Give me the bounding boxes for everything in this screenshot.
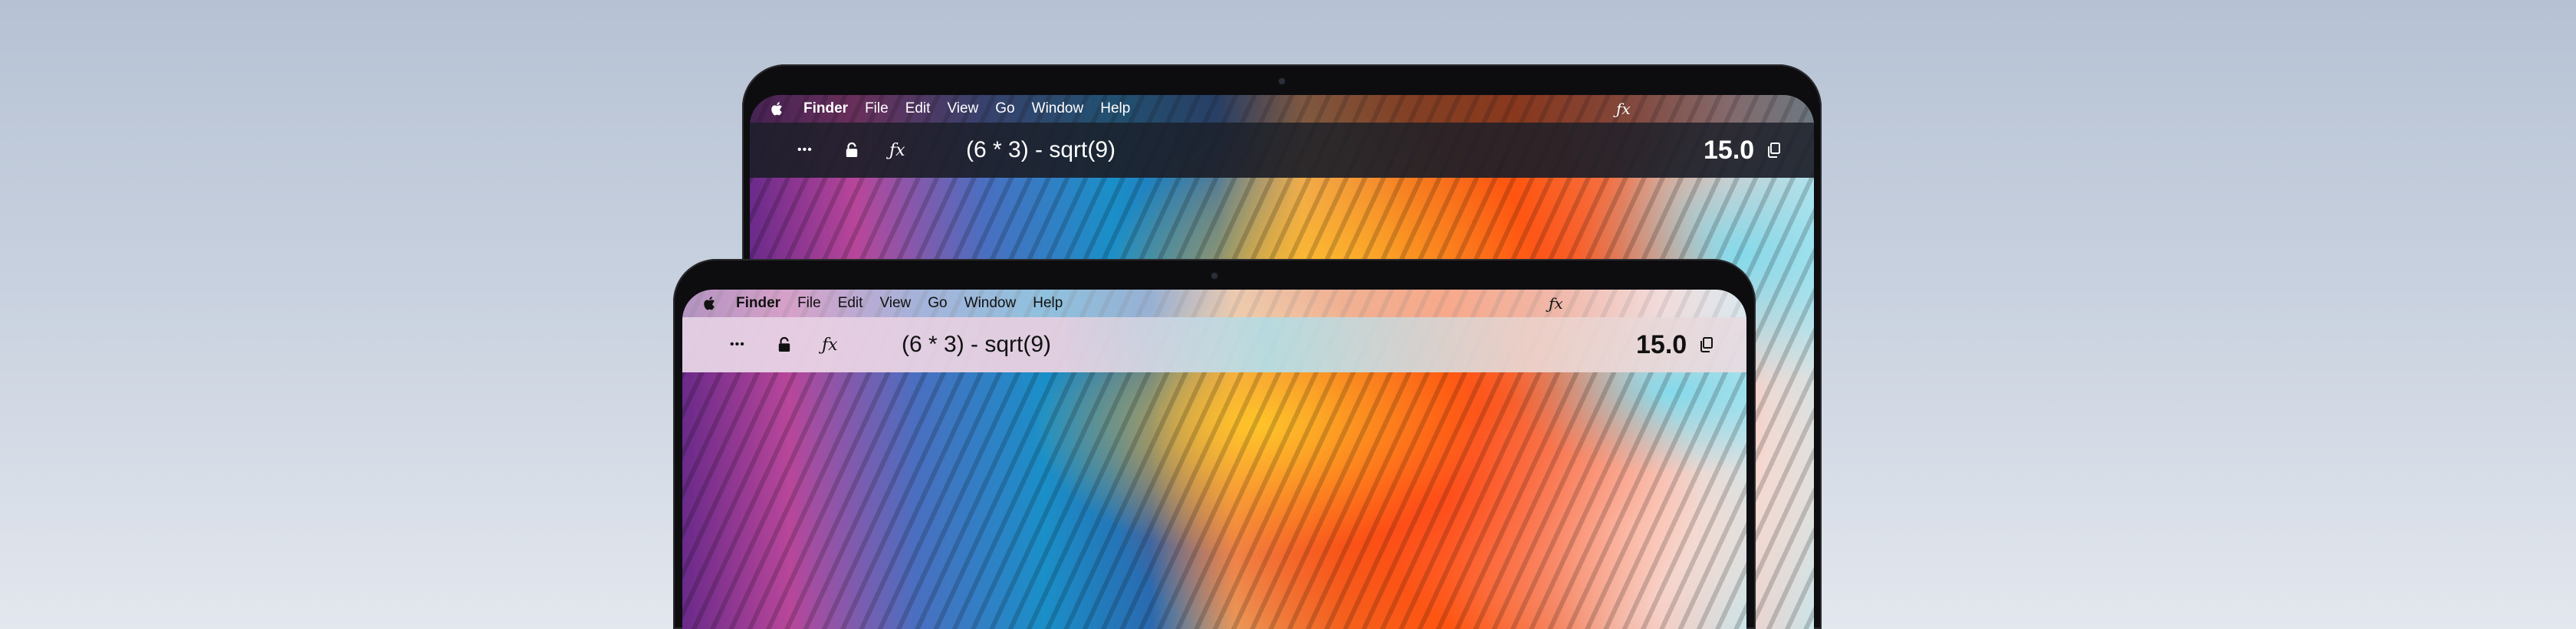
menu-window[interactable]: Window xyxy=(1032,100,1084,117)
menubar-function-icon[interactable]: ƒx xyxy=(1616,100,1631,118)
result-value: 15.0 xyxy=(1636,329,1687,359)
calculator-bar: ••• ƒx (6 * 3) - sqrt(9) 15.0 xyxy=(750,123,1814,178)
more-icon[interactable]: ••• xyxy=(797,143,813,157)
function-icon[interactable]: ƒx xyxy=(822,336,838,355)
camera xyxy=(1211,273,1217,279)
menu-file[interactable]: File xyxy=(797,295,821,312)
menu-view[interactable]: View xyxy=(947,100,978,117)
menu-help[interactable]: Help xyxy=(1033,295,1063,312)
copy-icon[interactable] xyxy=(1699,336,1714,353)
menu-bar: Finder File Edit View Go Window Help ƒx xyxy=(682,290,1746,317)
lock-icon[interactable] xyxy=(777,336,791,353)
function-icon[interactable]: ƒx xyxy=(889,141,905,160)
expression-field[interactable]: (6 * 3) - sqrt(9) xyxy=(966,137,1116,163)
menu-go[interactable]: Go xyxy=(995,100,1014,117)
front-laptop: Finder File Edit View Go Window Help ƒx … xyxy=(673,259,1756,629)
menu-go[interactable]: Go xyxy=(928,295,947,312)
menu-view[interactable]: View xyxy=(879,295,911,312)
front-screen: Finder File Edit View Go Window Help ƒx … xyxy=(682,290,1746,629)
menu-window[interactable]: Window xyxy=(964,295,1017,312)
menubar-function-icon[interactable]: ƒx xyxy=(1549,294,1563,313)
menu-edit[interactable]: Edit xyxy=(838,295,863,312)
lock-icon[interactable] xyxy=(845,142,859,159)
more-icon[interactable]: ••• xyxy=(730,338,745,352)
copy-icon[interactable] xyxy=(1766,142,1782,159)
result-value: 15.0 xyxy=(1704,135,1755,165)
menu-app-name[interactable]: Finder xyxy=(803,100,848,117)
menu-edit[interactable]: Edit xyxy=(905,100,931,117)
calculator-bar: ••• ƒx (6 * 3) - sqrt(9) 15.0 xyxy=(682,317,1746,372)
apple-logo-icon[interactable] xyxy=(702,295,718,312)
menu-app-name[interactable]: Finder xyxy=(736,295,780,312)
menu-file[interactable]: File xyxy=(865,100,889,117)
apple-logo-icon[interactable] xyxy=(770,100,785,117)
camera xyxy=(1279,78,1285,84)
menu-help[interactable]: Help xyxy=(1100,100,1130,117)
menu-bar: Finder File Edit View Go Window Help ƒx xyxy=(750,95,1814,123)
expression-field[interactable]: (6 * 3) - sqrt(9) xyxy=(902,332,1051,358)
